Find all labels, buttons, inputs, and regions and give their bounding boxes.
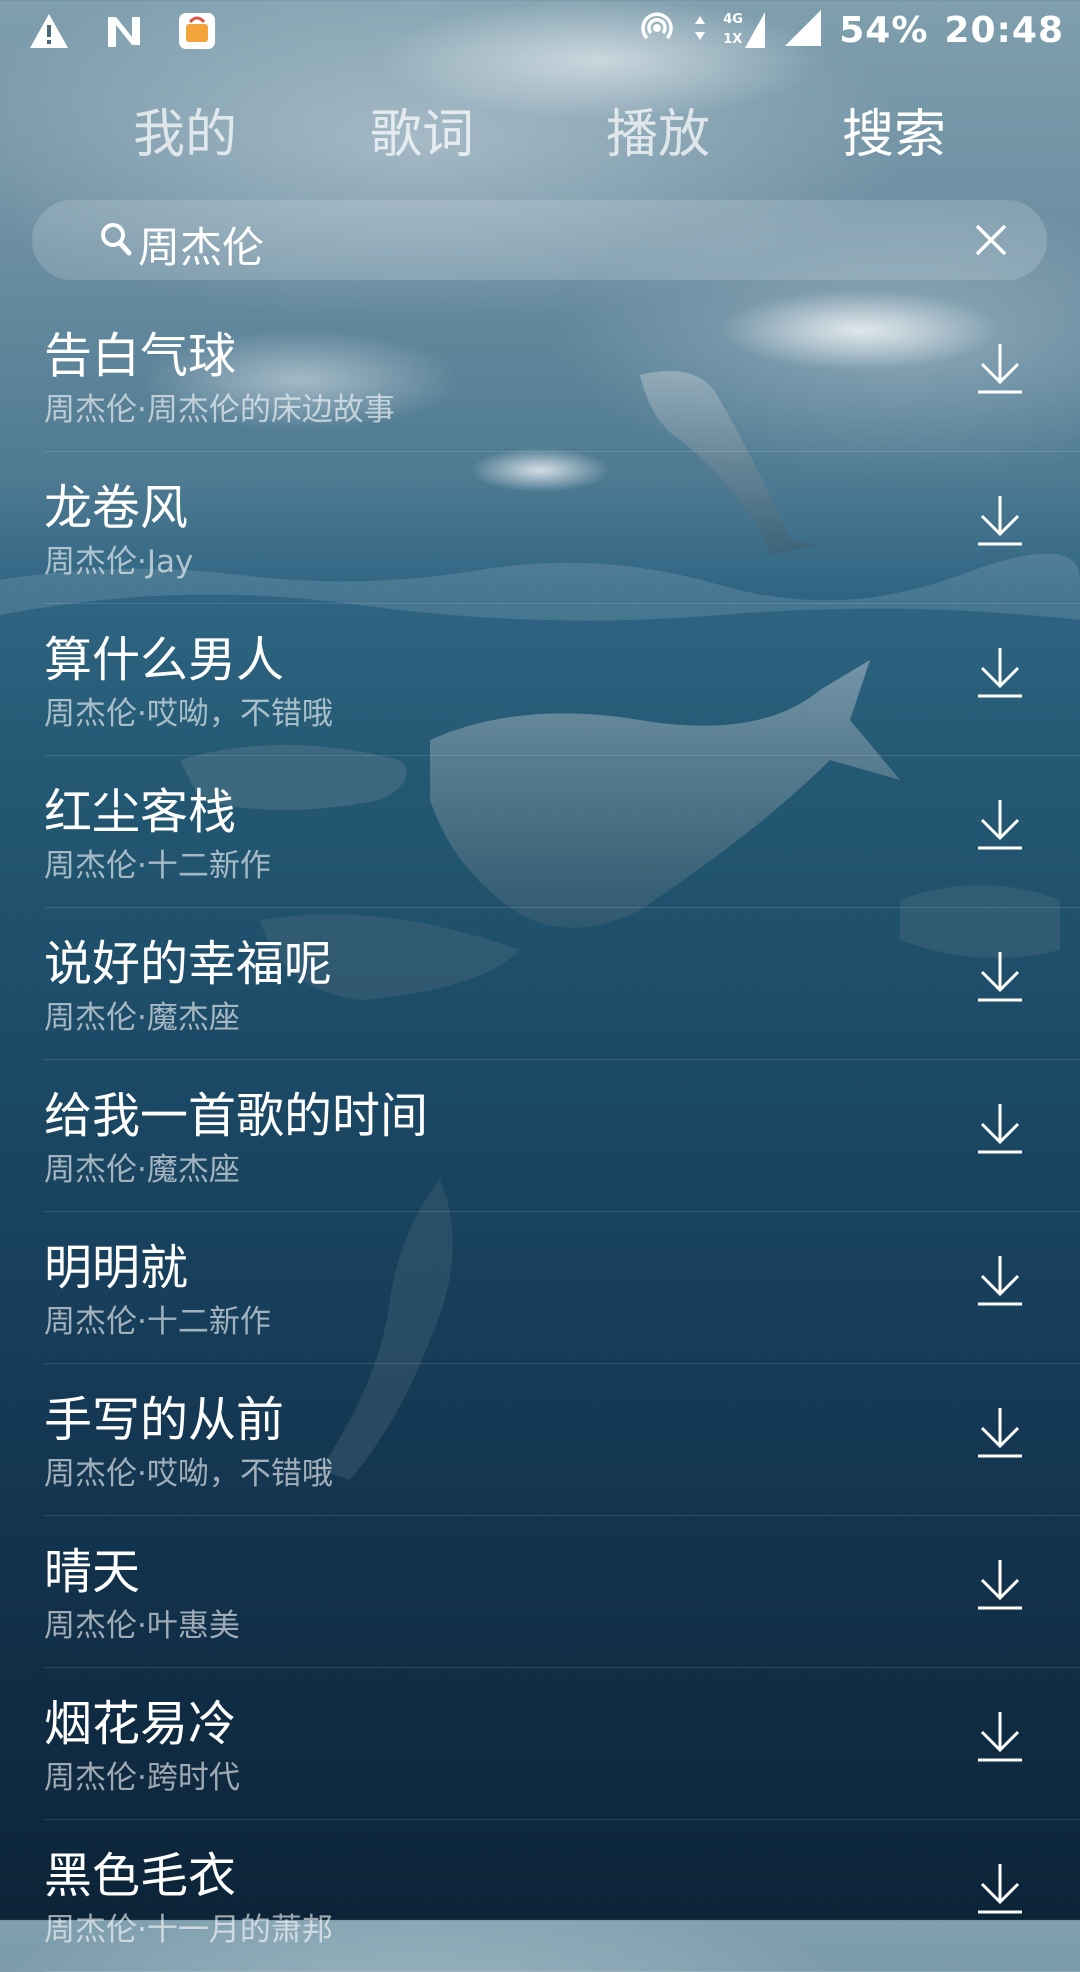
- song-row[interactable]: 算什么男人周杰伦·哎呦，不错哦: [0, 604, 1080, 756]
- song-title: 明明就: [44, 1240, 189, 1296]
- tab-play[interactable]: 播放: [568, 92, 748, 167]
- signal-icon: 4G 1X: [723, 10, 767, 50]
- song-row[interactable]: 烟花易冷周杰伦·跨时代: [0, 1668, 1080, 1820]
- song-title: 算什么男人: [44, 632, 285, 688]
- search-icon: [100, 222, 132, 260]
- download-icon[interactable]: [974, 492, 1026, 548]
- song-artist-album: 周杰伦·魔杰座: [44, 1000, 240, 1036]
- song-artist-album: 周杰伦·十一月的萧邦: [44, 1912, 333, 1948]
- song-artist-album: 周杰伦·叶惠美: [44, 1608, 240, 1644]
- song-title: 龙卷风: [44, 480, 189, 536]
- song-row[interactable]: 告白气球周杰伦·周杰伦的床边故事: [0, 300, 1080, 452]
- song-title: 烟花易冷: [44, 1696, 237, 1752]
- song-title: 晴天: [44, 1544, 141, 1600]
- download-icon[interactable]: [974, 1404, 1026, 1460]
- song-artist-album: 周杰伦·周杰伦的床边故事: [44, 392, 395, 428]
- nfc-icon: [104, 13, 144, 53]
- clear-search-icon[interactable]: [971, 220, 1011, 260]
- song-row[interactable]: 手写的从前周杰伦·哎呦，不错哦: [0, 1364, 1080, 1516]
- clock: 20:48: [944, 9, 1064, 51]
- download-icon[interactable]: [974, 1860, 1026, 1916]
- song-row[interactable]: 晴天周杰伦·叶惠美: [0, 1516, 1080, 1668]
- warning-icon: [28, 12, 70, 54]
- battery-percent: 54%: [839, 9, 929, 51]
- song-title: 红尘客栈: [44, 784, 237, 840]
- data-arrows-icon: [693, 12, 707, 48]
- song-artist-album: 周杰伦·Jay: [44, 544, 194, 580]
- song-row[interactable]: 龙卷风周杰伦·Jay: [0, 452, 1080, 604]
- song-title: 说好的幸福呢: [44, 936, 333, 992]
- download-icon[interactable]: [974, 796, 1026, 852]
- song-title: 给我一首歌的时间: [44, 1088, 429, 1144]
- download-icon[interactable]: [974, 644, 1026, 700]
- search-input[interactable]: 周杰伦: [138, 214, 264, 275]
- song-artist-album: 周杰伦·跨时代: [44, 1760, 240, 1796]
- song-row[interactable]: 黑色毛衣周杰伦·十一月的萧邦: [0, 1820, 1080, 1972]
- song-row[interactable]: 明明就周杰伦·十二新作: [0, 1212, 1080, 1364]
- tab-search[interactable]: 搜索: [804, 92, 984, 167]
- download-icon[interactable]: [974, 1556, 1026, 1612]
- hotspot-icon: [637, 8, 677, 52]
- song-artist-album: 周杰伦·哎呦，不错哦: [44, 696, 333, 732]
- song-artist-album: 周杰伦·哎呦，不错哦: [44, 1456, 333, 1492]
- song-artist-album: 周杰伦·十二新作: [44, 1304, 271, 1340]
- download-icon[interactable]: [974, 1100, 1026, 1156]
- download-icon[interactable]: [974, 948, 1026, 1004]
- download-icon[interactable]: [974, 1252, 1026, 1308]
- search-bar[interactable]: 周杰伦: [32, 200, 1047, 280]
- tab-mine[interactable]: 我的: [95, 92, 275, 167]
- search-results-list: 告白气球 周杰伦·周杰伦的床边故事 龙卷风 周杰伦·Jay 算什么男人 周杰伦·哎呦，不错…: [0, 300, 1080, 1972]
- tab-lyrics[interactable]: 歌词: [332, 92, 512, 167]
- download-icon[interactable]: [974, 1708, 1026, 1764]
- song-artist-album: 周杰伦·十二新作: [44, 848, 271, 884]
- status-bar: 4G 1X 54% 20:48: [0, 0, 1080, 64]
- song-title: 告白气球: [44, 328, 237, 384]
- song-row[interactable]: 给我一首歌的时间周杰伦·魔杰座: [0, 1060, 1080, 1212]
- download-icon[interactable]: [974, 340, 1026, 396]
- song-row[interactable]: 说好的幸福呢周杰伦·魔杰座: [0, 908, 1080, 1060]
- song-artist-album: 周杰伦·魔杰座: [44, 1152, 240, 1188]
- song-row[interactable]: 红尘客栈周杰伦·十二新作: [0, 756, 1080, 908]
- app-notification-icon: [178, 12, 216, 54]
- signal-icon: [783, 8, 823, 52]
- song-title: 黑色毛衣: [44, 1848, 237, 1904]
- tab-bar: 我的 歌词 播放 搜索: [0, 92, 1080, 172]
- song-title: 手写的从前: [44, 1392, 285, 1448]
